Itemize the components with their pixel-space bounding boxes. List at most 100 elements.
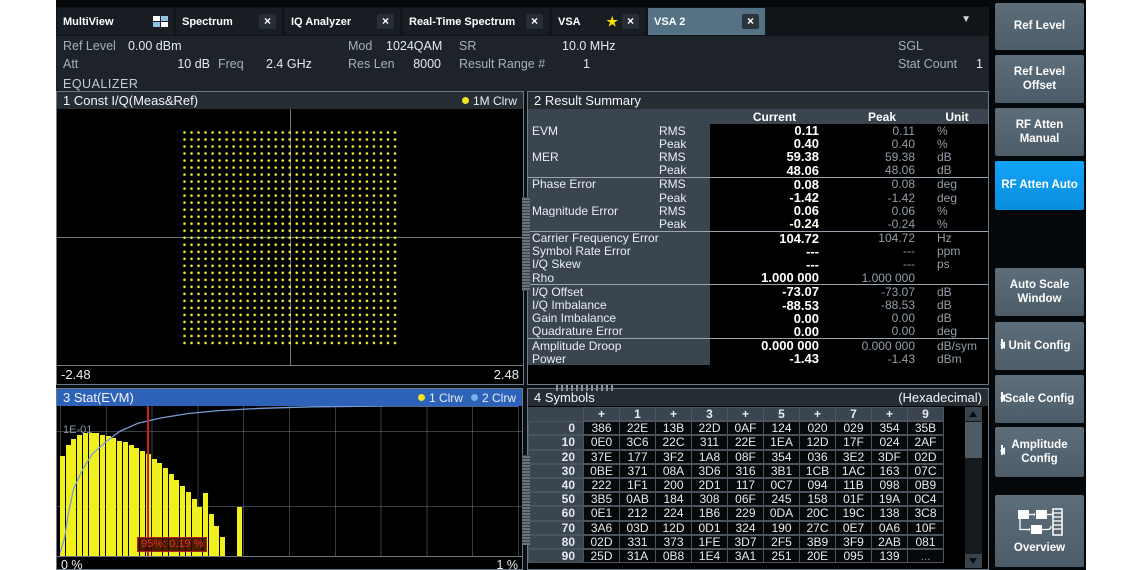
window-symbols-titlebar[interactable]: 4 Symbols (Hexadecimal) [528, 389, 988, 406]
symbol-cell[interactable]: 177 [619, 450, 656, 464]
symbol-cell[interactable]: 3A6 [583, 521, 620, 535]
tab-real-time-spectrum[interactable]: Real-Time Spectrum× [403, 8, 549, 35]
symbol-cell[interactable]: 354 [763, 450, 800, 464]
symbol-cell[interactable]: 20E [799, 549, 836, 563]
softkey-overview[interactable]: Overview [995, 495, 1084, 567]
tab-vsa-2[interactable]: VSA 2× [648, 8, 765, 35]
symbol-cell[interactable]: 212 [619, 506, 656, 520]
symbol-cell[interactable]: 07C [907, 464, 944, 478]
symbol-cell[interactable]: 095 [835, 549, 872, 563]
symbol-cell[interactable]: 081 [907, 535, 944, 549]
symbol-cell[interactable]: 311 [691, 435, 728, 449]
symbol-cell[interactable]: 2AF [907, 435, 944, 449]
softkey-auto-scale-window[interactable]: Auto Scale Window [995, 268, 1084, 316]
symbol-cell[interactable]: 354 [871, 421, 908, 435]
symbol-cell[interactable]: 0A6 [871, 521, 908, 535]
symbol-cell[interactable]: 3F9 [835, 535, 872, 549]
symbol-cell[interactable]: 08F [727, 450, 764, 464]
tab-close-icon[interactable]: × [742, 14, 759, 29]
symbol-cell[interactable]: 1EA [763, 435, 800, 449]
att-value[interactable]: 10 dB [136, 57, 210, 71]
symbol-cell[interactable]: 12D [799, 435, 836, 449]
horizontal-splitter-grip[interactable] [556, 385, 616, 391]
symbol-cell[interactable]: 0B8 [655, 549, 692, 563]
vertical-splitter-grip[interactable] [522, 455, 530, 545]
symbol-cell[interactable]: 0E1 [583, 506, 620, 520]
symbol-cell[interactable]: 1A8 [691, 450, 728, 464]
softkey-ref-level-offset[interactable]: Ref Level Offset [995, 55, 1084, 103]
symbol-cell[interactable]: 124 [763, 421, 800, 435]
scrollbar-thumb[interactable] [965, 422, 982, 458]
symbol-cell[interactable]: 1E4 [691, 549, 728, 563]
tab-close-icon[interactable]: × [526, 14, 543, 29]
symbol-cell[interactable]: 1FE [691, 535, 728, 549]
symbol-cell[interactable]: 184 [655, 492, 692, 506]
symbol-cell[interactable]: 0E7 [835, 521, 872, 535]
symbol-cell[interactable]: 01F [835, 492, 872, 506]
symbol-cell[interactable]: 25D [583, 549, 620, 563]
symbol-cell[interactable]: 098 [871, 478, 908, 492]
symbol-cell[interactable]: 0C4 [907, 492, 944, 506]
symbol-cell[interactable]: 03D [619, 521, 656, 535]
symbols-scrollbar[interactable] [965, 407, 982, 568]
symbol-cell[interactable]: 0BE [583, 464, 620, 478]
tab-close-icon[interactable]: × [622, 14, 639, 29]
symbol-cell[interactable]: 3B9 [799, 535, 836, 549]
symbol-cell[interactable]: 22C [655, 435, 692, 449]
symbol-cell[interactable]: 37E [583, 450, 620, 464]
stat-count-value[interactable]: 1 [976, 57, 983, 71]
symbol-cell[interactable]: 1AC [835, 464, 872, 478]
symbol-cell[interactable]: 20C [799, 506, 836, 520]
symbol-cell[interactable]: 222 [583, 478, 620, 492]
symbol-cell[interactable]: 1CB [799, 464, 836, 478]
symbol-cell[interactable]: 17F [835, 435, 872, 449]
sr-value[interactable]: 10.0 MHz [562, 39, 616, 53]
softkey-ref-level[interactable]: Ref Level [995, 3, 1084, 50]
tab-spectrum[interactable]: Spectrum× [176, 8, 282, 35]
softkey-rf-atten-manual[interactable]: RF Atten Manual [995, 108, 1084, 156]
symbol-cell[interactable]: 13B [655, 421, 692, 435]
tab-close-icon[interactable]: × [259, 14, 276, 29]
symbol-cell[interactable]: 02D [907, 450, 944, 464]
softkey-unit-config[interactable]: Unit Config [995, 322, 1084, 370]
tab-close-icon[interactable]: × [377, 14, 394, 29]
symbol-cell[interactable]: 2D1 [691, 478, 728, 492]
ref-level-value[interactable]: 0.00 dBm [128, 39, 182, 53]
tab-vsa[interactable]: VSA★× [552, 8, 645, 35]
symbol-cell[interactable]: 3D6 [691, 464, 728, 478]
scroll-down-icon[interactable] [965, 554, 982, 568]
symbol-cell[interactable]: 024 [871, 435, 908, 449]
symbol-cell[interactable]: 3C6 [619, 435, 656, 449]
symbol-cell[interactable]: 117 [727, 478, 764, 492]
scroll-up-icon[interactable] [965, 407, 982, 421]
symbol-cell[interactable]: 036 [799, 450, 836, 464]
freq-value[interactable]: 2.4 GHz [266, 57, 312, 71]
window-result-summary-titlebar[interactable]: 2 Result Summary [528, 92, 988, 109]
symbol-cell[interactable]: 251 [763, 549, 800, 563]
symbol-cell[interactable]: 27C [799, 521, 836, 535]
symbol-cell[interactable]: 094 [799, 478, 836, 492]
symbol-cell[interactable]: 35B [907, 421, 944, 435]
symbol-cell[interactable]: 22D [691, 421, 728, 435]
symbol-cell[interactable]: 139 [871, 549, 908, 563]
window-stat-evm-titlebar[interactable]: 3 Stat(EVM) 1 Clrw 2 Clrw [57, 389, 522, 406]
evm-histogram-plot[interactable]: 95%: 0.19 % 1E-01 [57, 406, 522, 556]
symbol-cell[interactable]: 31A [619, 549, 656, 563]
constellation-plot[interactable] [57, 109, 523, 365]
result-range-value[interactable]: 1 [583, 57, 590, 71]
symbol-cell[interactable]: 1B6 [691, 506, 728, 520]
symbol-cell[interactable]: 245 [763, 492, 800, 506]
tab-multiview[interactable]: MultiView [57, 8, 174, 35]
symbol-cell[interactable]: 138 [871, 506, 908, 520]
symbol-cell[interactable]: 19C [835, 506, 872, 520]
symbol-cell[interactable]: 22E [727, 435, 764, 449]
symbol-cell[interactable]: 229 [727, 506, 764, 520]
symbol-cell[interactable]: 1F1 [619, 478, 656, 492]
symbol-cell[interactable]: 3C8 [907, 506, 944, 520]
symbol-cell[interactable]: 22E [619, 421, 656, 435]
symbol-cell[interactable]: 316 [727, 464, 764, 478]
symbol-cell[interactable]: 2AB [871, 535, 908, 549]
softkey-rf-atten-auto[interactable]: RF Atten Auto [995, 161, 1084, 210]
symbol-cell[interactable]: 3B1 [763, 464, 800, 478]
res-len-value[interactable]: 8000 [386, 57, 441, 71]
